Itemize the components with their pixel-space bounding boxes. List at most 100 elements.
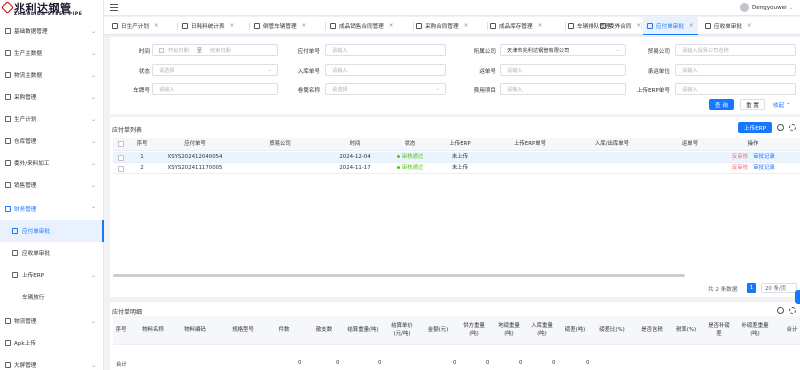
refresh-icon[interactable]	[777, 124, 784, 131]
user-menu[interactable]: Dengyouwei ⌄	[740, 2, 793, 13]
dcol-supplier-weight: 供方重量 (吨)	[463, 323, 485, 337]
tab-daily-production-plan[interactable]: 日生产计划 ✕	[112, 17, 159, 35]
sum-pieces: 0	[298, 360, 302, 366]
avatar	[740, 3, 749, 12]
fee-input[interactable]: 请输入	[500, 83, 626, 95]
inbound-no-input[interactable]: 请输入	[325, 64, 446, 76]
menu-toggle-icon[interactable]	[110, 3, 118, 11]
sidebar-item-production-plan[interactable]: 生产计划 ⌄	[0, 108, 104, 130]
status-badge: 审核通过	[395, 152, 425, 163]
sidebar-item-production-master[interactable]: 生产主数据 ⌄	[0, 42, 104, 64]
logo-mark-icon	[1, 1, 14, 14]
tab-finished-inventory-mgmt[interactable]: 成品库存管理 ✕	[490, 17, 542, 35]
tab-daily-material-stats[interactable]: 日耗料统计表 ✕	[182, 17, 234, 35]
carrier-input[interactable]: 请输入	[675, 64, 796, 76]
sidebar-item-vehicle-release[interactable]: 车辆放行	[0, 286, 104, 308]
side-drawer-handle[interactable]	[795, 290, 800, 304]
col-index: 序号	[136, 141, 148, 147]
tab-outsourcing-contract[interactable]: 委外合同 ✕	[600, 17, 641, 35]
sidebar-item-sales[interactable]: 销售管理 ⌄	[0, 174, 104, 196]
sidebar-item-payable-approval[interactable]: 应付单审批	[0, 220, 104, 242]
close-icon[interactable]: ✕	[747, 23, 752, 29]
close-icon[interactable]: ✕	[636, 23, 641, 29]
status-select[interactable]: 请选择 ⌄	[152, 64, 278, 76]
gear-icon[interactable]	[789, 307, 796, 314]
horizontal-scrollbar[interactable]	[113, 274, 685, 277]
gear-icon[interactable]	[789, 124, 796, 131]
dcol-amount: 金额(元)	[427, 327, 449, 333]
sidebar-item-upload-erp[interactable]: 上传ERP ⌄	[0, 264, 104, 286]
status-badge: 审核通过	[395, 163, 425, 174]
refresh-icon[interactable]	[777, 307, 784, 314]
goods-select[interactable]: 请选择 ⌄	[325, 83, 446, 95]
menu-icon	[5, 206, 11, 212]
tab-payable-approval[interactable]: 应付单审批 ✕	[643, 17, 698, 35]
company-select[interactable]: 天津市兆利达钢管有限公司 ⌄	[500, 44, 626, 56]
divider	[565, 22, 566, 30]
sidebar-item-logistics-master[interactable]: 物流主数据 ⌄	[0, 64, 104, 86]
reset-button[interactable]: 重 置	[740, 99, 765, 110]
erp-no-input[interactable]: 请输入	[675, 83, 796, 95]
row-checkbox[interactable]	[118, 166, 124, 172]
col-status: 状态	[404, 141, 416, 147]
cell-payable-no: XSYS202412040054	[167, 154, 223, 160]
ship-no-input[interactable]: 请输入	[500, 64, 626, 76]
divider	[325, 22, 326, 30]
close-icon[interactable]: ✕	[689, 23, 694, 29]
menu-icon	[5, 340, 11, 346]
close-icon[interactable]: ✕	[154, 23, 159, 29]
sidebar-item-purchasing[interactable]: 采购管理 ⌄	[0, 86, 104, 108]
tab-sales-contract-mgmt[interactable]: 成品销售合同管理 ✕	[330, 17, 393, 35]
dcol-scale-weight: 地磅重量 (吨)	[498, 323, 520, 337]
select-all-checkbox[interactable]	[118, 141, 124, 147]
sidebar-item-big-screen[interactable]: 大屏管理 ⌄	[0, 354, 104, 370]
approval-record-link[interactable]: 审批记录	[752, 152, 776, 163]
chevron-down-icon: ⌄	[90, 71, 96, 79]
sidebar-item-warehouse[interactable]: 仓库管理 ⌄	[0, 130, 104, 152]
sidebar-item-outsourcing[interactable]: 委外/来料加工 ⌄	[0, 152, 104, 174]
close-icon[interactable]: ✕	[230, 23, 235, 29]
sidebar-item-receivable-approval[interactable]: 应收单审批	[0, 242, 104, 264]
collapse-link[interactable]: 收起 ⌃	[773, 101, 791, 109]
sum-settle-weight: 0	[378, 360, 382, 366]
tab-icon	[600, 23, 606, 29]
close-icon[interactable]: ✕	[464, 23, 469, 29]
reverse-audit-link[interactable]: 反审核	[730, 163, 750, 174]
date-range-picker[interactable]: 开始日期 至 结束日期	[152, 44, 278, 56]
sidebar-item-logistics[interactable]: 物流管理 ⌄	[0, 310, 104, 332]
detail-title: 应付单明细	[112, 309, 143, 316]
plate-input[interactable]: 请输入	[152, 83, 278, 95]
dcol-tax-rate: 税率(%)	[675, 327, 697, 333]
close-icon[interactable]: ✕	[302, 23, 307, 29]
chevron-down-icon: ⌄	[788, 4, 793, 11]
reverse-audit-link[interactable]: 反审核	[730, 152, 750, 163]
sum-loose: 0	[336, 360, 340, 366]
trade-company-input[interactable]: 请输入贸易公司名称	[675, 44, 796, 56]
document-icon	[647, 22, 653, 29]
menu-icon	[5, 138, 11, 144]
search-button[interactable]: 查 询	[709, 99, 734, 110]
chevron-down-icon: ⌄	[90, 27, 96, 35]
close-icon[interactable]: ✕	[389, 23, 394, 29]
sidebar-item-basic-data[interactable]: 基础数据管理 ⌄	[0, 20, 104, 42]
tab-pipe-vehicle-mgmt[interactable]: 倒管车辆管理 ✕	[254, 17, 306, 35]
close-icon[interactable]: ✕	[538, 23, 543, 29]
tab-purchase-contract-mgmt[interactable]: 采购合同管理 ✕	[416, 17, 468, 35]
row-checkbox[interactable]	[118, 155, 124, 161]
tab-receivable-approval[interactable]: 应收单审批 ✕	[705, 17, 752, 35]
page-button-current[interactable]: 1	[747, 283, 756, 293]
chevron-down-icon: ⌄	[90, 271, 96, 279]
chevron-down-icon: ⌄	[435, 86, 440, 92]
dcol-material-name: 物料名称	[142, 327, 164, 333]
upload-erp-button[interactable]: 上传ERP	[738, 122, 772, 133]
dcol-material-code: 物料编码	[184, 327, 206, 333]
dcol-settle-price: 结算单价 (元/吨)	[391, 323, 413, 337]
cell-index: 2	[140, 165, 144, 171]
sidebar-item-finance[interactable]: 财务管理 ⌃	[0, 198, 104, 220]
page-size-select[interactable]: 20 条/页	[761, 283, 797, 293]
sidebar-item-apk-upload[interactable]: Apk上传	[0, 332, 104, 354]
approval-record-link[interactable]: 审批记录	[752, 163, 776, 174]
cell-time: 2024-11-17	[339, 165, 371, 171]
dcol-spec: 规格型号	[232, 327, 254, 333]
payable-no-input[interactable]: 请输入	[325, 44, 446, 56]
